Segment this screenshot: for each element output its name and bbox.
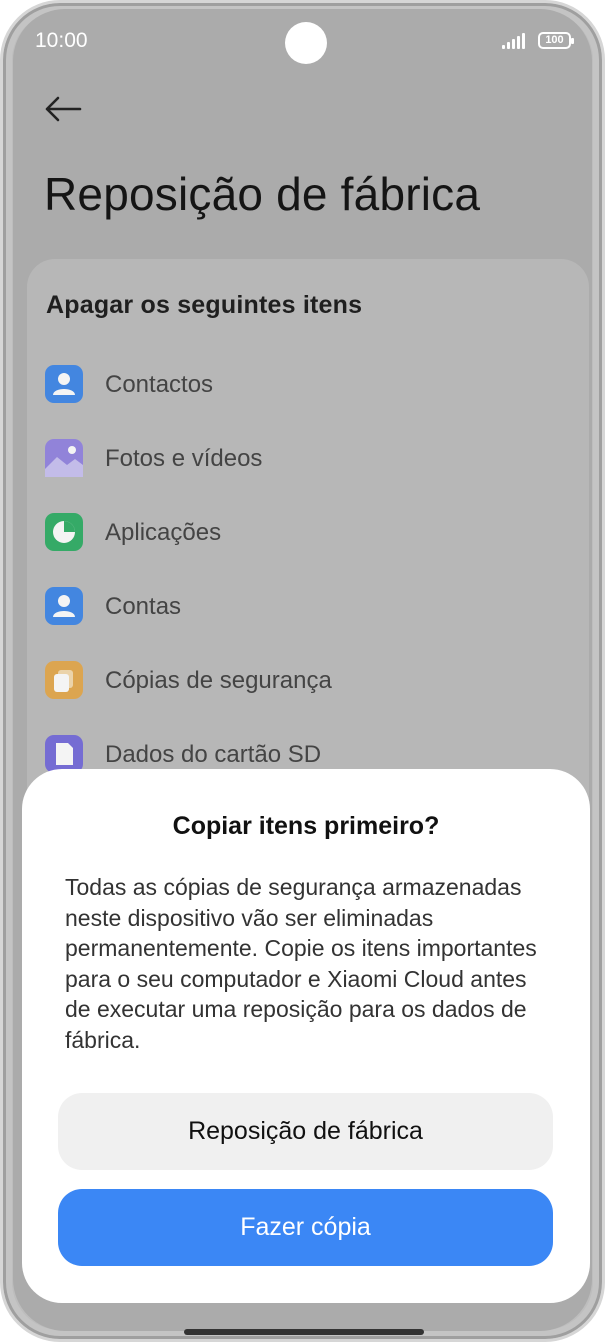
account-icon [45,587,83,625]
home-indicator[interactable] [184,1329,424,1335]
list-item-label: Cópias de segurança [105,667,332,694]
backup-icon [45,661,83,699]
gallery-icon [45,439,83,477]
list-item-apps: Aplicações [45,513,545,553]
list-item-accounts: Contas [45,587,545,627]
list-item-label: Fotos e vídeos [105,445,263,472]
contact-icon [45,365,83,403]
list-item-contacts: Contactos [45,365,545,405]
section-title: Apagar os seguintes itens [46,291,363,319]
status-bar: 10:00 100 [13,9,592,69]
list-item-photos: Fotos e vídeos [45,439,545,479]
list-item-label: Aplicações [105,519,222,546]
dialog-title: Copiar itens primeiro? [172,812,440,840]
sd-card-icon [45,735,83,773]
back-arrow-icon[interactable] [43,93,83,125]
list-item-label: Contas [105,593,182,620]
apps-pie-icon [45,513,83,551]
backup-dialog: Copiar itens primeiro? Todas as cópias d… [22,769,590,1303]
battery-level: 100 [545,34,564,46]
list-item-backups: Cópias de segurança [45,661,545,701]
dialog-message: Todas as cópias de segurança armazenadas… [65,874,537,1053]
list-item-label: Contactos [105,371,214,398]
phone-frame: 10:00 100 Reposição de fábrica Apagar os… [0,0,605,1342]
make-backup-button[interactable]: Fazer cópia [58,1189,553,1266]
page-title: Reposição de fábrica [44,168,481,220]
battery-icon: 100 [538,32,574,49]
front-camera [285,22,327,64]
factory-reset-button[interactable]: Reposição de fábrica [58,1093,553,1170]
signal-icon [502,33,530,49]
list-item-label: Dados do cartão SD [105,741,322,768]
status-time: 10:00 [35,29,88,52]
